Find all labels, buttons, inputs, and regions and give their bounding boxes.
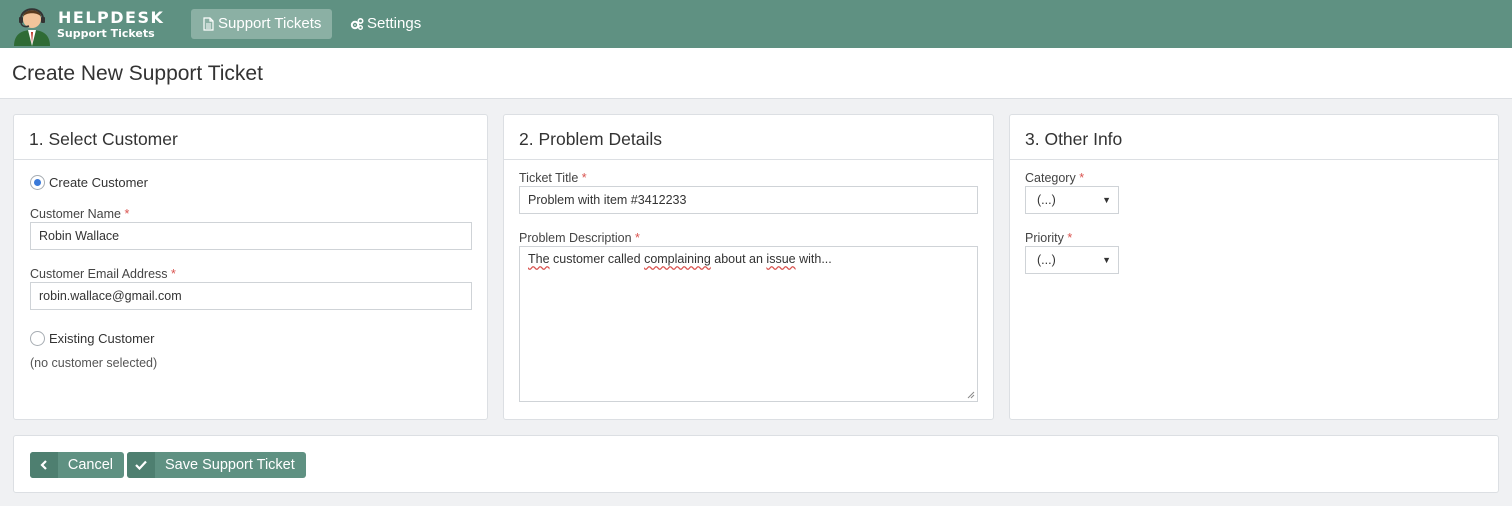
page-header: Create New Support Ticket (0, 48, 1512, 99)
description-word: about an (714, 252, 763, 266)
existing-customer-label: Existing Customer (49, 331, 155, 346)
existing-customer-radio[interactable] (30, 331, 45, 346)
customer-name-input[interactable]: Robin Wallace (30, 222, 472, 250)
problem-description-textarea[interactable]: The customer called complaining about an… (519, 246, 978, 402)
nav-support-tickets[interactable]: Support Tickets (191, 9, 332, 39)
problem-description-label: Problem Description * (519, 231, 640, 245)
description-word: customer called (553, 252, 641, 266)
select-customer-panel: 1. Select Customer Create Customer Custo… (13, 114, 488, 420)
nav-support-tickets-label: Support Tickets (218, 15, 322, 32)
ticket-title-label-text: Ticket Title (519, 171, 579, 185)
chevron-left-icon (30, 452, 58, 478)
form-actions-panel: Cancel Save Support Ticket (13, 435, 1499, 493)
gears-icon (350, 17, 364, 30)
problem-details-panel: 2. Problem Details Ticket Title * Proble… (503, 114, 994, 420)
brand-tagline: Support Tickets (57, 27, 155, 40)
customer-email-input[interactable]: robin.wallace@gmail.com (30, 282, 472, 310)
priority-select-value: (...) (1037, 253, 1056, 267)
required-marker: * (171, 267, 176, 281)
category-label: Category * (1025, 171, 1084, 185)
cancel-button[interactable]: Cancel (30, 452, 124, 478)
problem-details-heading: 2. Problem Details (504, 115, 993, 160)
other-info-heading: 3. Other Info (1010, 115, 1498, 160)
customer-name-label: Customer Name * (30, 207, 129, 221)
ticket-title-input[interactable]: Problem with item #3412233 (519, 186, 978, 214)
page-title: Create New Support Ticket (12, 62, 263, 85)
priority-label-text: Priority (1025, 231, 1064, 245)
caret-down-icon: ▼ (1102, 255, 1111, 265)
description-word: complaining (644, 252, 711, 266)
resize-grip-icon[interactable] (967, 391, 975, 399)
required-marker: * (1067, 231, 1073, 245)
category-label-text: Category (1025, 171, 1076, 185)
checkmark-icon (127, 452, 155, 478)
cancel-button-label: Cancel (67, 457, 113, 473)
top-navbar: HELPDESK Support Tickets Support Tickets… (0, 0, 1512, 48)
caret-down-icon: ▼ (1102, 195, 1111, 205)
description-word: issue (766, 252, 796, 266)
priority-select[interactable]: (...) ▼ (1025, 246, 1119, 274)
category-select[interactable]: (...) ▼ (1025, 186, 1119, 214)
required-marker: * (581, 171, 587, 185)
save-ticket-button-label: Save Support Ticket (165, 457, 295, 473)
brand-name: HELPDESK (58, 8, 165, 27)
existing-customer-status: (no customer selected) (30, 356, 158, 370)
priority-label: Priority * (1025, 231, 1072, 245)
required-marker: * (1079, 171, 1085, 185)
nav-settings-label: Settings (367, 15, 422, 32)
required-marker: * (635, 231, 640, 245)
problem-description-label-text: Problem Description (519, 231, 632, 245)
select-customer-heading: 1. Select Customer (14, 115, 487, 160)
support-agent-icon (14, 8, 50, 46)
customer-email-label: Customer Email Address * (30, 267, 176, 281)
save-ticket-button[interactable]: Save Support Ticket (127, 452, 306, 478)
customer-email-label-text: Customer Email Address (30, 267, 168, 281)
existing-customer-option[interactable]: Existing Customer (30, 331, 154, 346)
required-marker: * (124, 207, 130, 221)
create-customer-label: Create Customer (49, 175, 148, 190)
category-select-value: (...) (1037, 193, 1056, 207)
brand-logo[interactable]: HELPDESK Support Tickets (8, 2, 178, 46)
nav-settings[interactable]: Settings (340, 9, 434, 39)
description-word: The (528, 252, 550, 266)
create-customer-radio[interactable] (30, 175, 45, 190)
document-icon (203, 17, 214, 31)
other-info-panel: 3. Other Info Category * (...) ▼ Priorit… (1009, 114, 1499, 420)
customer-name-label-text: Customer Name (30, 207, 121, 221)
create-customer-option[interactable]: Create Customer (30, 175, 148, 190)
ticket-title-label: Ticket Title * (519, 171, 587, 185)
description-word: with... (799, 252, 832, 266)
